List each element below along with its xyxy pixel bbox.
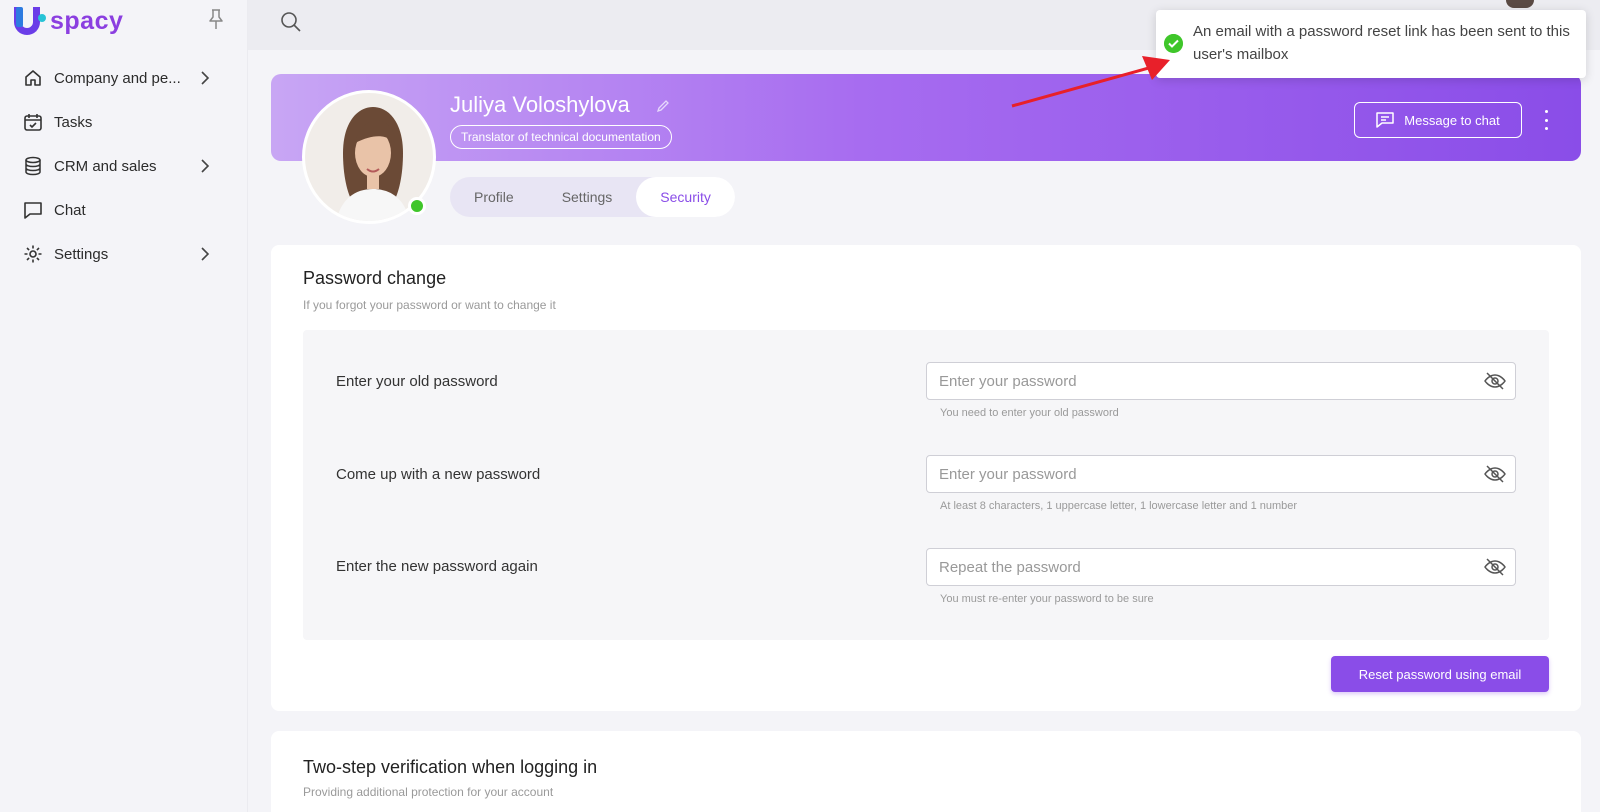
sidebar-item-label: Company and pe... — [54, 69, 181, 87]
tab-security[interactable]: Security — [636, 177, 735, 217]
sidebar-item-label: Chat — [54, 201, 86, 219]
calendar-check-icon — [22, 111, 44, 133]
repeat-password-input[interactable] — [926, 548, 1516, 586]
eye-off-icon[interactable] — [1484, 372, 1506, 390]
eye-off-icon[interactable] — [1484, 465, 1506, 483]
old-password-label: Enter your old password — [336, 373, 498, 390]
logo-mark-icon — [14, 5, 46, 37]
message-to-chat-button[interactable]: Message to chat — [1354, 102, 1522, 138]
sidebar-item-settings[interactable]: Settings — [0, 232, 248, 276]
password-change-title: Password change — [303, 268, 447, 288]
chevron-right-icon — [201, 71, 210, 85]
home-icon — [22, 67, 44, 89]
pin-icon[interactable] — [206, 8, 226, 30]
message-icon — [1376, 112, 1395, 128]
sidebar-item-crm[interactable]: CRM and sales — [0, 144, 248, 188]
sidebar-item-chat[interactable]: Chat — [0, 188, 248, 232]
search-icon[interactable] — [280, 11, 302, 33]
chevron-right-icon — [201, 247, 210, 261]
chat-bubble-icon — [22, 199, 44, 221]
message-button-label: Message to chat — [1404, 112, 1500, 128]
sidebar: spacy Company and pe... Tasks CRM and sa… — [0, 0, 248, 812]
online-status-indicator — [408, 197, 426, 215]
eye-off-icon[interactable] — [1484, 558, 1506, 576]
edit-pencil-icon[interactable] — [656, 99, 670, 113]
sidebar-item-company[interactable]: Company and pe... — [0, 56, 248, 100]
two-step-subtitle: Providing additional protection for your… — [303, 785, 554, 799]
new-password-label: Come up with a new password — [336, 466, 541, 483]
sidebar-item-label: CRM and sales — [54, 157, 157, 175]
user-avatar[interactable] — [1506, 0, 1534, 8]
profile-name: Juliya Voloshylova — [450, 92, 630, 117]
tab-settings[interactable]: Settings — [538, 177, 637, 217]
new-password-hint: At least 8 characters, 1 uppercase lette… — [940, 500, 1298, 512]
password-change-subtitle: If you forgot your password or want to c… — [303, 298, 556, 312]
sidebar-item-label: Settings — [54, 245, 109, 263]
chevron-right-icon — [201, 159, 210, 173]
new-password-input[interactable] — [926, 455, 1516, 493]
logo-text: spacy — [50, 6, 124, 35]
two-step-title: Two-step verification when logging in — [303, 757, 598, 777]
old-password-input[interactable] — [926, 362, 1516, 400]
repeat-password-hint: You must re-enter your password to be su… — [940, 593, 1154, 605]
tab-profile[interactable]: Profile — [450, 177, 538, 217]
old-password-hint: You need to enter your old password — [940, 407, 1119, 419]
reset-password-email-button[interactable]: Reset password using email — [1331, 656, 1549, 692]
gear-icon — [22, 243, 44, 265]
toast-message: An email with a password reset link has … — [1193, 23, 1570, 63]
more-options-icon[interactable] — [1540, 110, 1552, 130]
sidebar-nav: Company and pe... Tasks CRM and sales Ch… — [0, 56, 248, 276]
app-logo[interactable]: spacy — [14, 5, 123, 37]
repeat-password-label: Enter the new password again — [336, 558, 538, 575]
role-badge: Translator of technical documentation — [450, 125, 672, 149]
database-icon — [22, 155, 44, 177]
sidebar-item-label: Tasks — [54, 113, 93, 131]
sidebar-item-tasks[interactable]: Tasks — [0, 100, 248, 144]
profile-tabs: Profile Settings Security — [450, 177, 735, 217]
check-circle-icon — [1164, 34, 1183, 53]
